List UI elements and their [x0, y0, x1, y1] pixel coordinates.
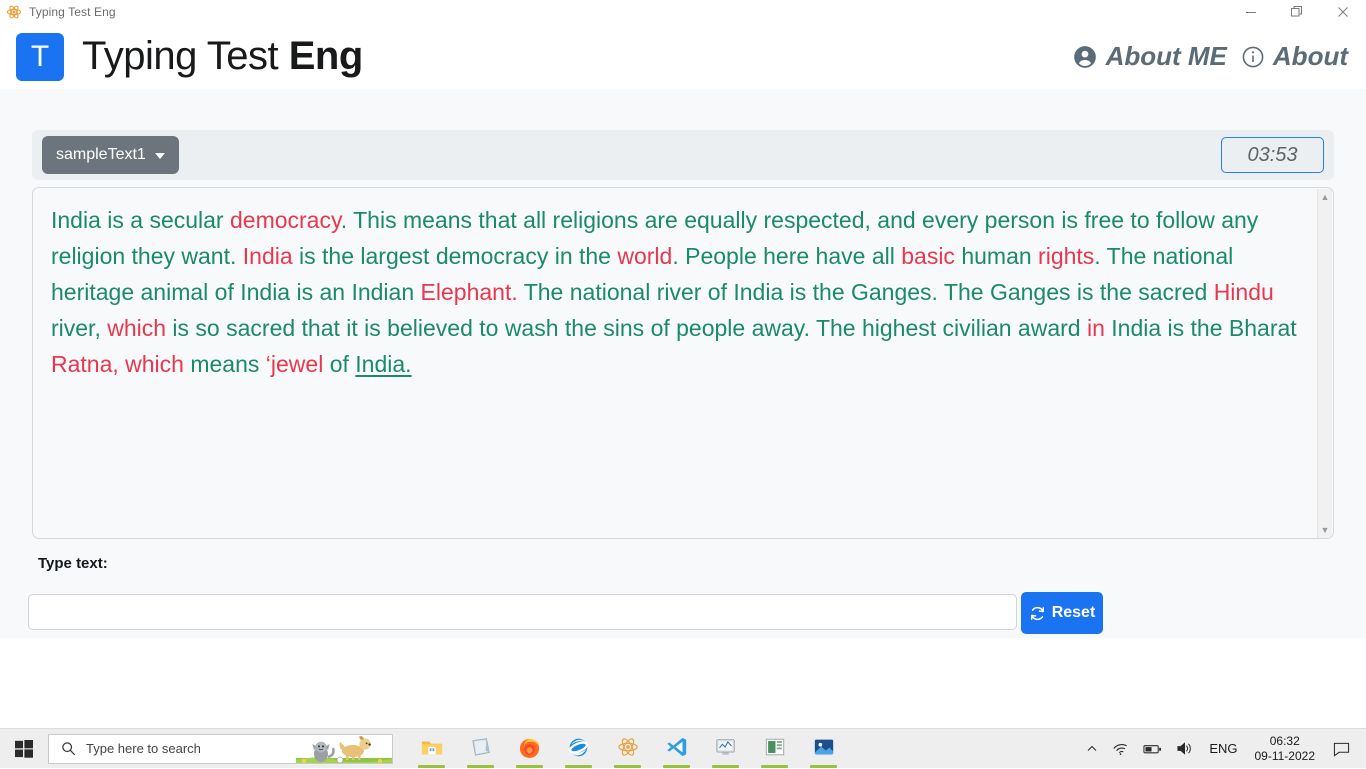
taskbar-app-electron[interactable] [603, 729, 652, 769]
scroll-down-arrow[interactable]: ▼ [1321, 522, 1330, 538]
taskbar-app-firefox[interactable] [505, 729, 554, 769]
taskbar-app-internet-explorer[interactable] [554, 729, 603, 769]
sample-text-dropdown-label: sampleText1 [56, 146, 146, 163]
search-icon [61, 741, 76, 756]
desktop-background [0, 638, 1366, 728]
header-nav: About ME About [1072, 41, 1348, 72]
battery-icon[interactable] [1136, 729, 1169, 769]
close-button[interactable] [1320, 0, 1366, 24]
taskbar-clock[interactable]: 06:32 09-11-2022 [1247, 729, 1324, 769]
clock-date: 09-11-2022 [1254, 748, 1316, 763]
countdown-timer: 03:53 [1221, 137, 1324, 173]
sample-text-segment: democracy [229, 207, 341, 233]
active-indicator [467, 764, 494, 768]
text-selector-toolbar: sampleText1 03:53 [32, 130, 1334, 180]
page-title: Typing Test Eng [82, 34, 363, 79]
page-title-bold: Eng [288, 34, 364, 78]
sample-text-segment: The national river of India is the Gange… [517, 279, 1214, 305]
brand: T Typing Test Eng [16, 32, 363, 81]
sample-text-segment: Hindu [1213, 279, 1274, 305]
keyboard-language[interactable]: ENG [1200, 741, 1246, 756]
nav-about-label: About [1272, 41, 1348, 71]
sample-text-scrollbar[interactable]: ▲ ▼ [1317, 189, 1332, 538]
sample-text-segment: world [617, 243, 673, 269]
sample-text-segment: India. [355, 351, 412, 377]
window-title: Typing Test Eng [29, 5, 116, 19]
sample-text-segment: . People here have all [672, 243, 902, 269]
sample-text-segment: which [107, 315, 167, 341]
clock-time: 06:32 [1269, 733, 1300, 748]
active-indicator [810, 764, 837, 768]
sample-text-segment: in [1086, 315, 1105, 341]
refresh-icon [1029, 605, 1046, 622]
sample-text-segment: ‘jewel [265, 351, 324, 377]
sample-text-segment: human [954, 243, 1039, 269]
search-placeholder: Type here to search [86, 741, 201, 756]
active-indicator [712, 764, 739, 768]
active-indicator [565, 764, 592, 768]
taskbar-app-visual-studio-code[interactable] [652, 729, 701, 769]
taskbar-search-box[interactable]: Type here to search [48, 733, 393, 764]
type-text-label: Type text: [38, 555, 108, 572]
reset-button[interactable]: Reset [1021, 592, 1103, 634]
sample-text-segment: of [323, 351, 356, 377]
info-circle-icon [1241, 45, 1265, 69]
active-indicator [663, 764, 690, 768]
sample-text-segment: means [183, 351, 266, 377]
sample-text-segment: India [242, 243, 293, 269]
sample-text-panel: India is a secular democracy. This means… [32, 187, 1334, 539]
taskbar-app-photos[interactable] [799, 729, 848, 769]
system-tray: ENG 06:32 09-11-2022 [1079, 729, 1366, 769]
nav-about-me[interactable]: About ME [1072, 41, 1227, 72]
sample-text-segment: basic [901, 243, 955, 269]
taskbar-app-task-manager[interactable] [701, 729, 750, 769]
restore-button[interactable] [1274, 0, 1320, 24]
sample-text-scroll-area: India is a secular democracy. This means… [33, 188, 1318, 538]
sample-text-segment: India is the Bharat [1104, 315, 1297, 341]
nav-about-me-label: About ME [1105, 41, 1227, 71]
wifi-icon[interactable] [1105, 729, 1136, 769]
sample-text-segment: river, [51, 315, 108, 341]
active-indicator [516, 764, 543, 768]
sample-text-segment: Ratna, which [51, 351, 184, 377]
sample-text-segment: is the largest democracy in the [292, 243, 618, 269]
taskbar-app-powerpoint[interactable] [750, 729, 799, 769]
window-titlebar: Typing Test Eng [0, 0, 1366, 25]
sample-text-segment: India is a secular [51, 207, 230, 233]
windows-taskbar: Type here to search ENG 06:32 09-11-2022 [0, 728, 1366, 768]
scroll-up-arrow[interactable]: ▲ [1321, 189, 1330, 206]
scrollbar-thumb[interactable] [1319, 205, 1331, 520]
speaker-icon[interactable] [1169, 729, 1200, 769]
active-indicator [761, 764, 788, 768]
sample-text-segment: rights [1038, 243, 1095, 269]
sample-text-segment: is so sacred that it is believed to wash… [166, 315, 1087, 341]
taskbar-app-file-explorer[interactable] [407, 729, 456, 769]
windows-start-icon[interactable] [0, 729, 48, 769]
typing-input[interactable] [28, 594, 1017, 630]
cat-and-dog-illustration [296, 735, 392, 763]
chat-bubble-icon[interactable] [1323, 729, 1362, 769]
sample-text-content: India is a secular democracy. This means… [51, 202, 1300, 382]
active-indicator [418, 764, 445, 768]
sample-text-segment: Elephant. [420, 279, 518, 305]
app-header: T Typing Test Eng About ME About [0, 24, 1366, 89]
app-logo: T [16, 32, 64, 81]
active-indicator [614, 764, 641, 768]
chevron-down-icon [154, 153, 165, 159]
taskbar-app-icons [407, 729, 848, 769]
reset-button-label: Reset [1051, 604, 1096, 621]
minimize-button[interactable] [1228, 0, 1274, 24]
sample-text-dropdown[interactable]: sampleText1 [42, 136, 179, 174]
page-title-light: Typing Test [82, 34, 289, 78]
atom-icon [6, 4, 22, 20]
chevron-up-icon[interactable] [1079, 729, 1105, 769]
user-circle-icon [1072, 44, 1098, 70]
nav-about[interactable]: About [1241, 41, 1348, 72]
app-body: sampleText1 03:53 India is a secular dem… [0, 89, 1366, 638]
taskbar-app-sticky-notes[interactable] [456, 729, 505, 769]
